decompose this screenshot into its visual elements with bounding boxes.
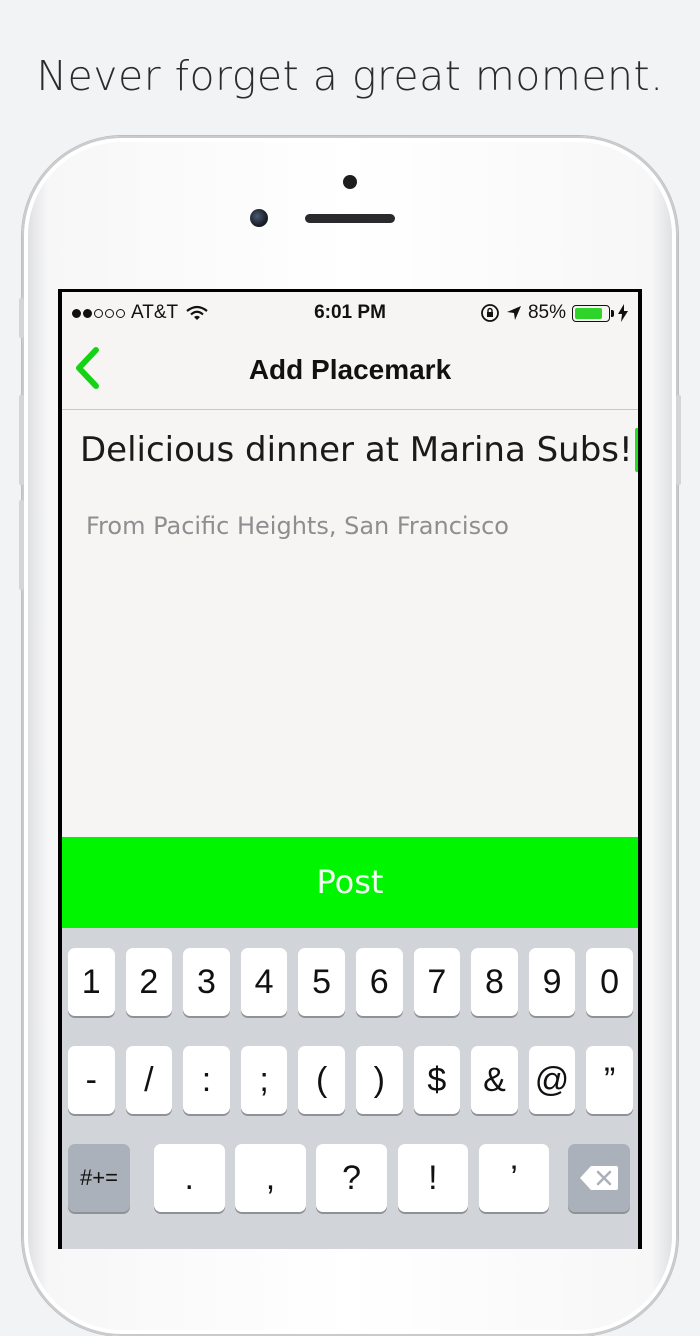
number-key[interactable]: 7 <box>413 948 461 1016</box>
symbol-key[interactable]: ; <box>240 1046 288 1114</box>
symbol-key[interactable]: / <box>125 1046 173 1114</box>
symbol-key[interactable]: ” <box>586 1046 633 1114</box>
front-camera <box>250 209 268 227</box>
punctuation-key[interactable]: ! <box>397 1144 469 1212</box>
punctuation-key[interactable]: . <box>154 1144 225 1212</box>
status-bar: AT&T 6:01 PM 85% <box>62 292 638 332</box>
location-label: From Pacific Heights, San Francisco <box>86 512 509 540</box>
symbol-key[interactable]: : <box>183 1046 230 1114</box>
volume-down-button <box>19 500 24 590</box>
symbol-key[interactable]: ) <box>356 1046 403 1114</box>
charging-bolt-icon <box>618 304 628 322</box>
number-key[interactable]: 6 <box>356 948 403 1016</box>
phone-screen: AT&T 6:01 PM 85% Add Placemark Delicious… <box>58 289 642 1249</box>
punctuation-key[interactable]: ? <box>316 1144 387 1212</box>
page-title: Add Placemark <box>248 354 452 385</box>
placemark-text: Delicious dinner at Marina Subs! <box>80 430 633 470</box>
delete-key[interactable] <box>568 1144 630 1212</box>
battery-percent: 85% <box>527 302 566 323</box>
number-key[interactable]: 3 <box>183 948 230 1016</box>
proximity-sensor <box>343 175 357 189</box>
more-symbols-key[interactable]: #+= <box>68 1144 130 1212</box>
number-key[interactable]: 8 <box>471 948 518 1016</box>
power-button <box>676 395 681 485</box>
delete-backspace-icon <box>580 1166 618 1190</box>
number-key[interactable]: 1 <box>68 948 115 1016</box>
location-arrow-icon <box>506 306 521 320</box>
earpiece-speaker <box>305 214 395 223</box>
number-key[interactable]: 5 <box>298 948 345 1016</box>
volume-up-button <box>19 395 24 485</box>
keyboard-row-numbers: 1234567890 <box>62 948 638 1016</box>
number-key[interactable]: 0 <box>586 948 633 1016</box>
keyboard-row-symbols: - /:;() $ & @” <box>62 1046 638 1114</box>
post-button[interactable]: Post <box>62 837 638 928</box>
battery-icon <box>572 304 614 322</box>
number-key[interactable]: 2 <box>125 948 173 1016</box>
symbol-key[interactable]: ( <box>298 1046 345 1114</box>
punctuation-key[interactable]: ’ <box>478 1144 550 1212</box>
symbol-key[interactable]: & <box>471 1046 518 1114</box>
punctuation-key[interactable]: , <box>235 1144 306 1212</box>
placemark-text-input[interactable]: Delicious dinner at Marina Subs! <box>80 428 638 472</box>
number-key[interactable]: 9 <box>528 948 576 1016</box>
headline: Never forget a great moment. <box>36 52 664 100</box>
keyboard-row-punctuation: #+= .,?!’ <box>62 1144 638 1212</box>
symbol-key[interactable]: @ <box>528 1046 576 1114</box>
rotation-lock-icon <box>481 304 499 322</box>
symbol-key[interactable]: - <box>68 1046 115 1114</box>
navigation-bar: Add Placemark <box>62 332 638 410</box>
keyboard: 1234567890 - /:;() $ & @” #+= .,?!’ <box>62 928 638 1249</box>
text-cursor <box>634 428 638 472</box>
symbol-key[interactable]: $ <box>413 1046 461 1114</box>
mute-switch <box>19 298 24 338</box>
number-key[interactable]: 4 <box>240 948 288 1016</box>
